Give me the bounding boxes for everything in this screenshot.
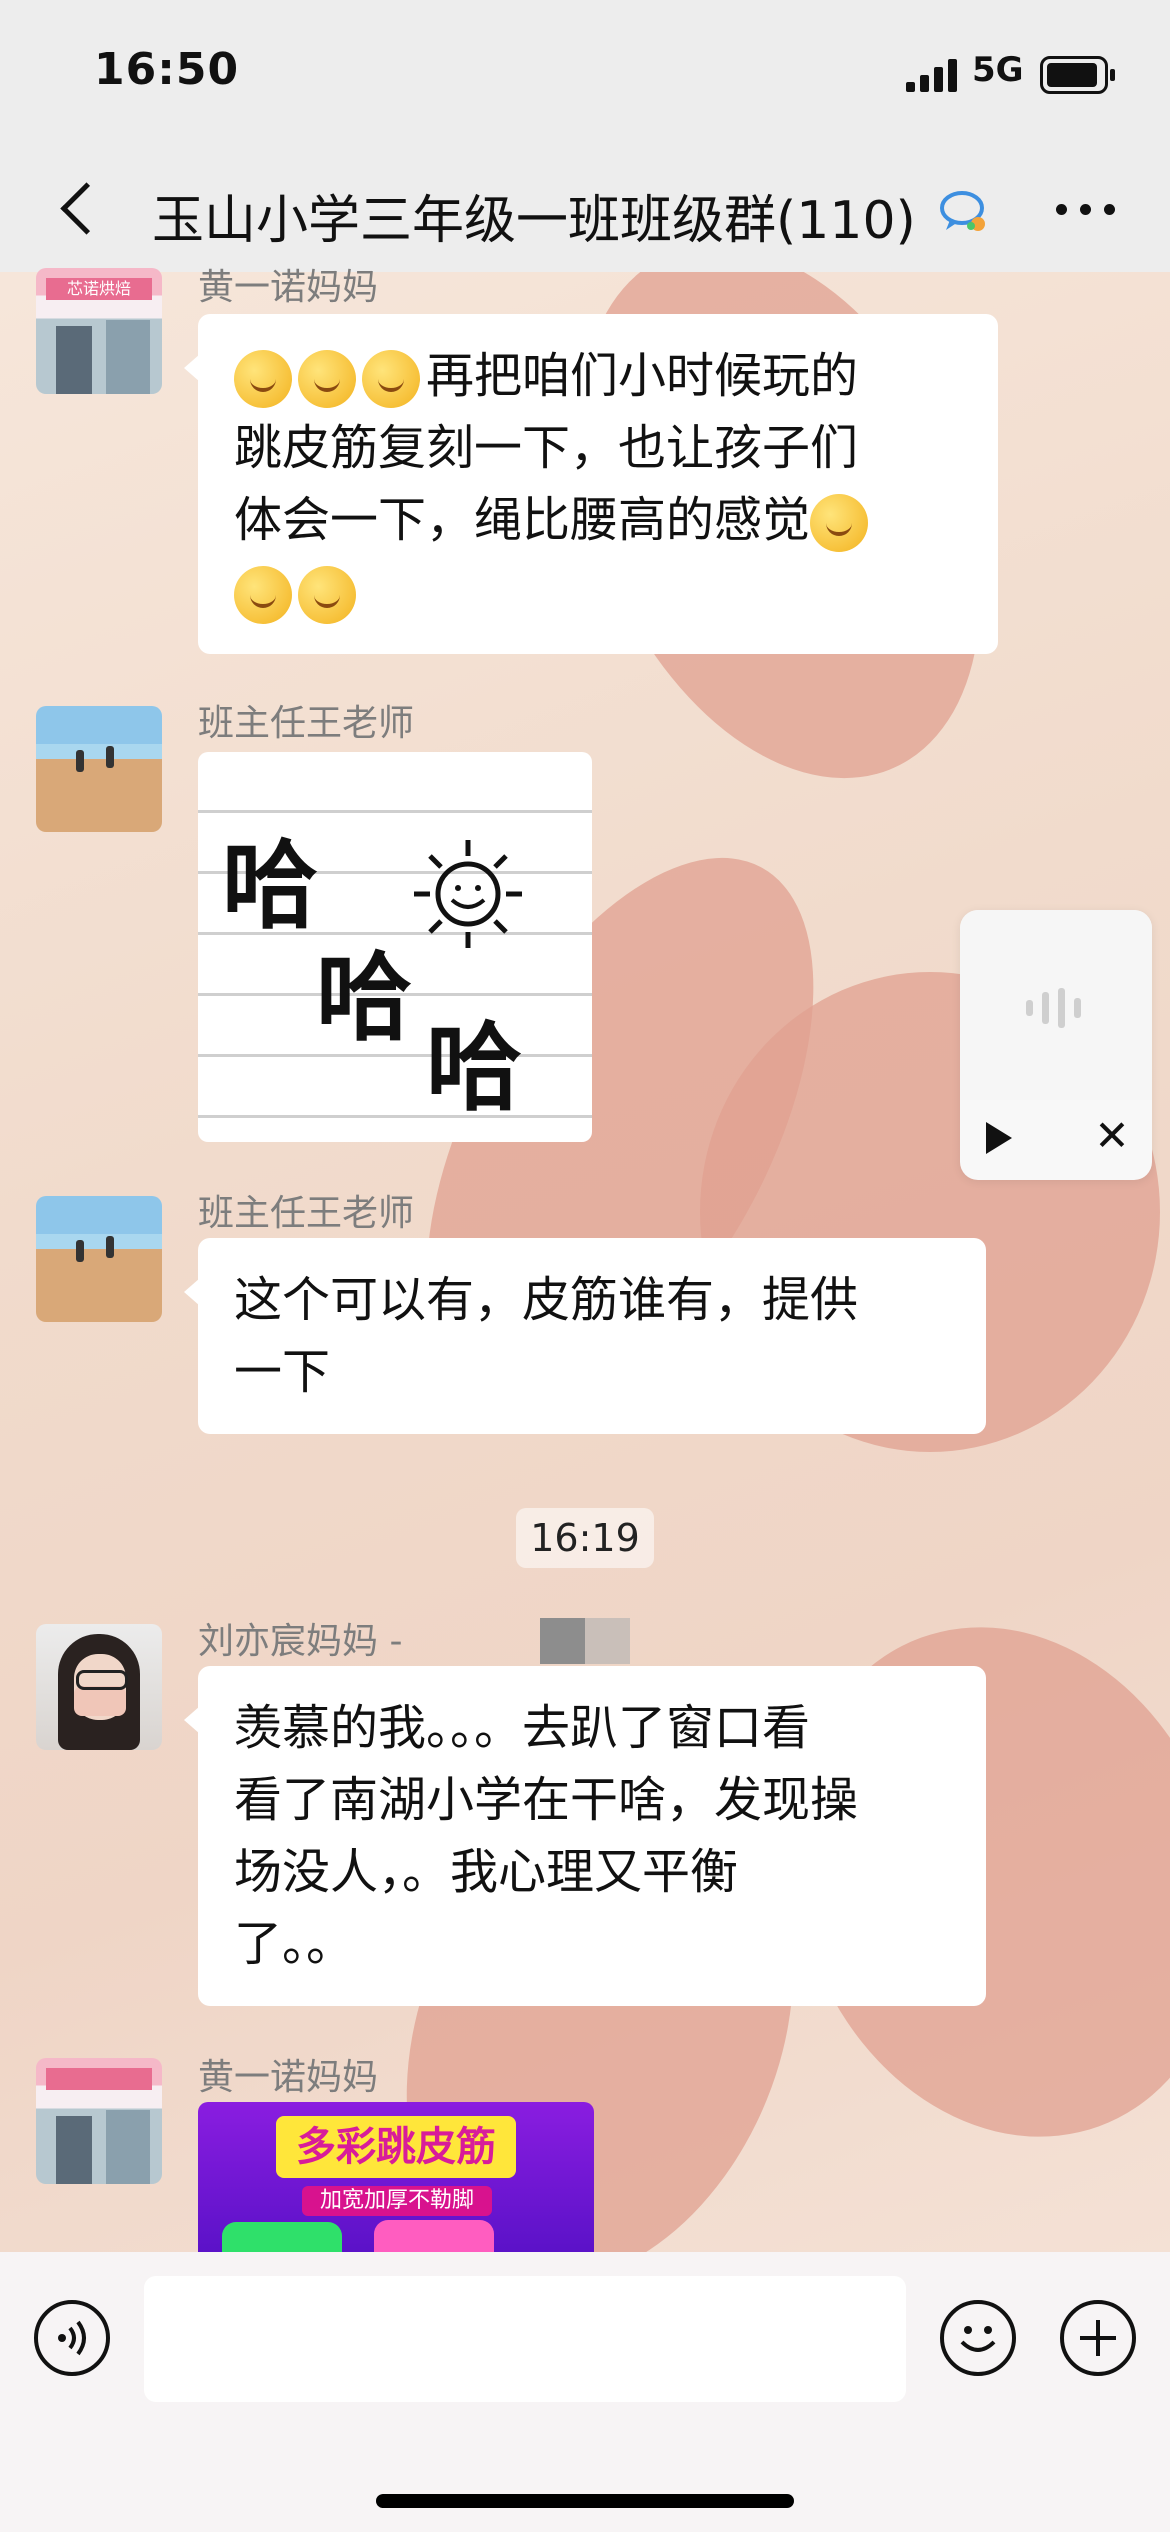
sender-name: 黄一诺妈妈 xyxy=(198,2057,379,2098)
sender-name: 班主任王老师 xyxy=(198,703,415,744)
sender-name: 黄一诺妈妈 xyxy=(198,267,379,308)
message-line: 这个可以有，皮筋谁有，提供 xyxy=(234,1272,859,1328)
avatar[interactable] xyxy=(36,1624,162,1750)
status-bar: 16:50 5G xyxy=(0,0,1170,150)
sticker-text: 哈 xyxy=(222,829,318,942)
card-subtitle: 加宽加厚不勒脚 xyxy=(302,2186,492,2216)
message-bubble[interactable]: 这个可以有，皮筋谁有，提供 一下 xyxy=(184,1238,986,1434)
message-line: 羡慕的我。。。去趴了窗口看 xyxy=(234,1700,811,1756)
product-card[interactable]: 多彩跳皮筋 加宽加厚不勒脚 xyxy=(198,2102,594,2252)
avatar[interactable]: 芯诺烘焙 xyxy=(36,268,162,394)
voice-icon[interactable] xyxy=(34,2300,110,2376)
battery-icon xyxy=(1040,56,1115,94)
message-line: 体会一下，绳比腰高的感觉 xyxy=(234,492,811,548)
more-icon[interactable] xyxy=(1050,190,1120,230)
laughing-emoji-icon xyxy=(810,494,869,552)
signal-icon xyxy=(906,58,958,92)
sticker-text: 哈 xyxy=(316,941,412,1054)
message-bubble[interactable]: 再把咱们小时候玩的 跳皮筋复刻一下，也让孩子们 体会一下，绳比腰高的感觉 xyxy=(184,314,998,654)
network-type: 5G xyxy=(972,50,1024,90)
message-input[interactable] xyxy=(144,2276,906,2402)
laughing-emoji-icon xyxy=(298,566,356,624)
message-line: 一下 xyxy=(234,1344,331,1400)
message-line: 了。。 xyxy=(234,1916,355,1972)
sticker-image[interactable]: 哈 哈 哈 xyxy=(198,752,592,1142)
home-indicator xyxy=(376,2494,794,2508)
blurred-region xyxy=(540,1618,630,1664)
floating-audio-panel[interactable]: ✕ xyxy=(960,910,1152,1180)
avatar-sign: 芯诺烘焙 xyxy=(46,278,152,300)
laughing-emoji-icon xyxy=(234,566,292,624)
thinking-emoji-icon xyxy=(362,350,420,408)
audio-waveform xyxy=(960,910,1152,1100)
input-bar xyxy=(0,2252,1170,2532)
chat-header: 玉山小学三年级一班班级群(110) xyxy=(0,150,1170,273)
plus-icon[interactable] xyxy=(1060,2300,1136,2376)
group-chat-icon xyxy=(940,191,985,231)
avatar[interactable] xyxy=(36,2058,162,2184)
thinking-emoji-icon xyxy=(298,350,356,408)
message-line: 再把咱们小时候玩的 xyxy=(426,348,859,404)
sender-name: 刘亦宸妈妈 - xyxy=(198,1621,403,1662)
emoji-icon[interactable] xyxy=(940,2300,1016,2376)
message-line: 跳皮筋复刻一下，也让孩子们 xyxy=(234,420,859,476)
close-icon[interactable]: ✕ xyxy=(1092,1115,1132,1157)
sticker-text: 哈 xyxy=(426,1011,522,1124)
status-time: 16:50 xyxy=(94,44,240,95)
avatar[interactable] xyxy=(36,706,162,832)
message-bubble[interactable]: 羡慕的我。。。去趴了窗口看 看了南湖小学在干啥，发现操 场没人，。我心理又平衡 … xyxy=(184,1666,986,2006)
back-icon[interactable] xyxy=(50,178,110,238)
chat-title[interactable]: 玉山小学三年级一班班级群(110) xyxy=(152,178,916,253)
sun-icon xyxy=(414,840,522,948)
message-line: 场没人，。我心理又平衡 xyxy=(234,1844,739,1900)
play-icon[interactable] xyxy=(986,1122,1012,1154)
message-timestamp: 16:19 xyxy=(516,1508,654,1568)
card-title: 多彩跳皮筋 xyxy=(276,2116,516,2178)
avatar[interactable] xyxy=(36,1196,162,1322)
message-line: 看了南湖小学在干啥，发现操 xyxy=(234,1772,859,1828)
sender-name: 班主任王老师 xyxy=(198,1193,415,1234)
thinking-emoji-icon xyxy=(234,350,292,408)
